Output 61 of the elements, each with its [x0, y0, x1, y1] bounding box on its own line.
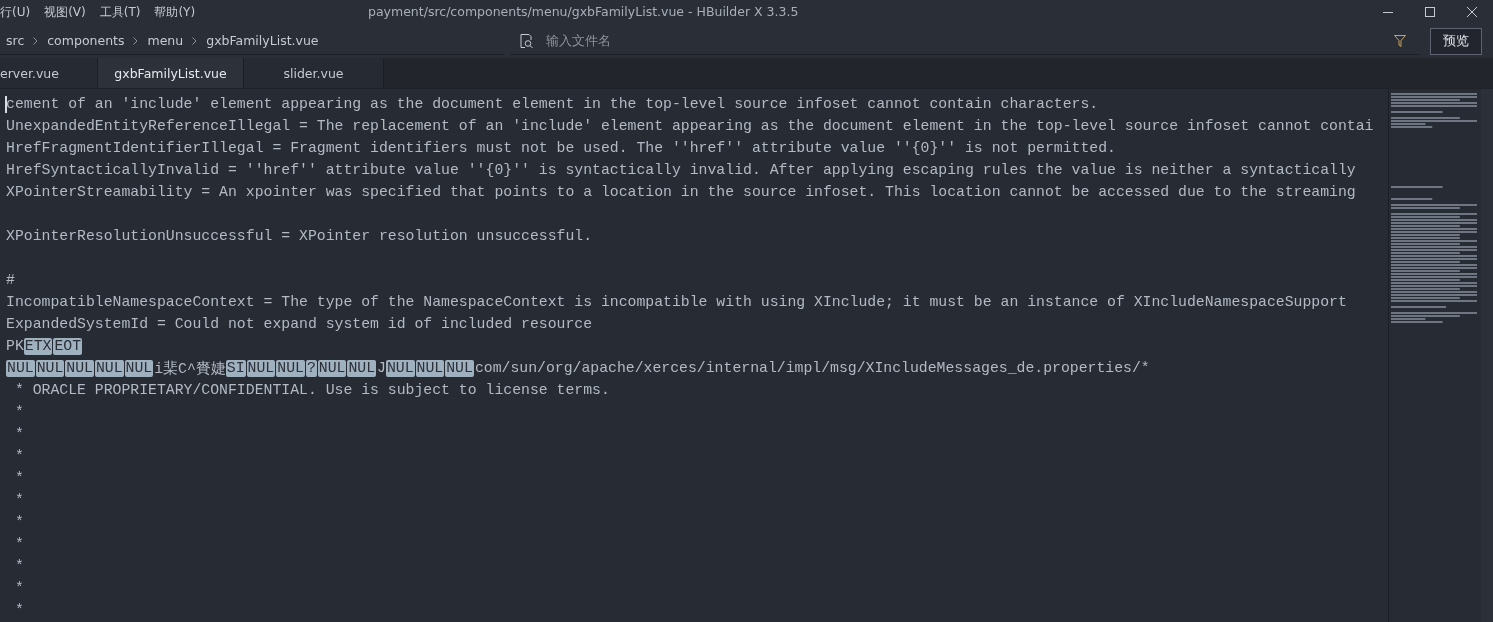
menubar-entry[interactable]: 帮助(Y)	[147, 3, 203, 21]
code-line: *	[13, 536, 24, 552]
control-char-marker: NUL	[65, 359, 94, 377]
code-line: *	[13, 602, 24, 618]
maximize-button[interactable]	[1424, 6, 1436, 18]
breadcrumb-item[interactable]: src	[6, 33, 25, 48]
control-char-marker: NUL	[276, 359, 305, 377]
control-char-marker: NUL	[94, 359, 124, 377]
editor-tab[interactable]: slider.vue	[244, 58, 384, 88]
chevron-icon	[33, 36, 39, 45]
code-line: #	[6, 272, 15, 288]
code-line: IncompatibleNamespaceContext = The type of the NamespaceContext is incompatible with using XInclude; it must be an instance of XIncludeNamespaceSupport	[6, 294, 1347, 310]
window-title: payment/src/components/menu/gxbFamilyList.vue - HBuilder X 3.3.5	[368, 4, 799, 19]
code-line: *	[13, 426, 24, 442]
code-text: i棐C^賚婕	[154, 359, 226, 378]
code-line: *	[13, 470, 24, 486]
code-line: HrefSyntacticallyInvalid = ''href'' attribute value ''{0}'' is syntactically invalid. After applying escaping rules the value is neither a syntactically	[6, 162, 1356, 178]
control-char-marker: ?	[305, 359, 317, 377]
control-char-marker: SI	[225, 359, 246, 377]
control-char-marker: NUL	[385, 359, 415, 377]
control-char-marker: NUL	[124, 359, 154, 377]
control-char-marker: NUL	[6, 359, 35, 377]
control-char-marker: ETX	[23, 337, 53, 355]
code-line: *	[13, 580, 24, 596]
menubar-entry[interactable]: 行(U)	[0, 3, 38, 21]
breadcrumb-item[interactable]: components	[47, 33, 125, 48]
chevron-icon	[133, 36, 139, 45]
code-line: XPointerResolutionUnsuccessful = XPointer resolution unsuccessful.	[6, 228, 593, 244]
control-char-marker: NUL	[445, 359, 474, 377]
menubar-entry[interactable]: 视图(V)	[37, 3, 93, 21]
code-line: ExpandedSystemId = Could not expand system id of included resource	[6, 316, 593, 332]
control-char-marker: EOT	[53, 337, 83, 355]
code-line: *	[13, 514, 24, 530]
filter-icon[interactable]	[1394, 34, 1406, 47]
code-line: *	[13, 448, 24, 464]
file-search-field[interactable]: 输入文件名	[544, 32, 1384, 49]
code-text: PK	[6, 338, 24, 354]
code-line: *	[13, 492, 24, 508]
breadcrumb-item[interactable]: gxbFamilyList.vue	[206, 33, 319, 48]
search-icon	[518, 32, 534, 49]
code-text: com/sun/org/apache/xerces/internal/impl/msg/XIncludeMessages_de.properties/*	[474, 360, 1150, 376]
code-line: *	[13, 558, 24, 574]
preview-button[interactable]: 预览	[1430, 27, 1482, 55]
breadcrumb-item[interactable]: menu	[147, 33, 184, 48]
menubar-entry[interactable]: 工具(T)	[92, 3, 148, 21]
code-line: *	[13, 404, 24, 420]
control-char-marker: NUL	[246, 359, 276, 377]
editor-tab[interactable]: gxbFamilyList.vue	[98, 58, 244, 88]
code-line: XPointerStreamability = An xpointer was specified that points to a location in the source infoset. This location cannot be accessed due to the streaming	[6, 184, 1356, 200]
control-char-marker: NUL	[415, 359, 445, 377]
control-char-marker: NUL	[35, 359, 65, 377]
close-button[interactable]	[1466, 6, 1478, 18]
control-char-marker: NUL	[317, 359, 347, 377]
code-line: * ORACLE PROPRIETARY/CONFIDENTIAL. Use is subject to license terms.	[13, 382, 610, 398]
code-text: J	[377, 360, 386, 376]
control-char-marker: NUL	[347, 359, 377, 377]
code-line: cement of an 'include' element appearing as the document element in the top-level source infoset cannot contain characters.	[6, 96, 1099, 112]
code-line: HrefFragmentIdentifierIllegal = Fragment identifiers must not be used. The ''href'' attribute value ''{0}'' is not permitted.	[6, 140, 1116, 156]
chevron-icon	[192, 36, 198, 45]
editor-tab[interactable]: erver.vue	[0, 58, 98, 88]
code-line: UnexpandedEntityReferenceIllegal = The replacement of an 'include' element appearing as the document element in the top-level source infoset cannot contai	[6, 118, 1374, 134]
